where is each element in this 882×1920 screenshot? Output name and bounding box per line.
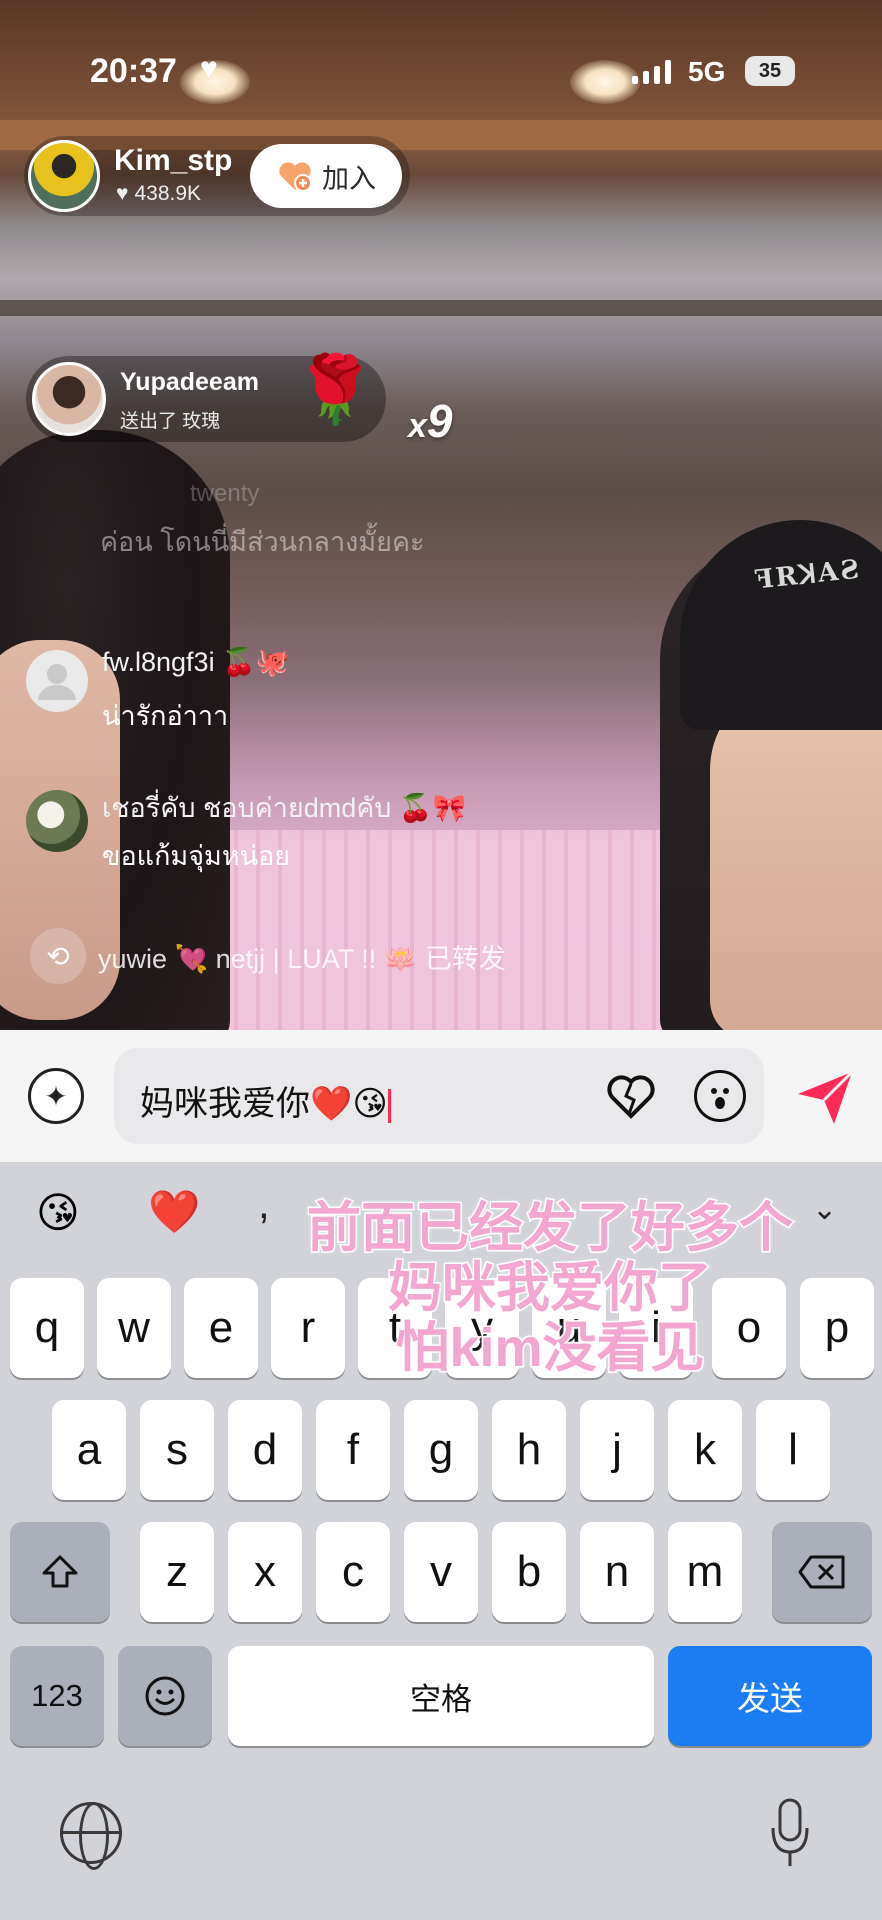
key-l[interactable]: l bbox=[756, 1400, 830, 1500]
comment-text: ขอแก้มจุ่มหน่อย bbox=[102, 841, 291, 871]
repost-icon: ⟲ bbox=[30, 928, 86, 984]
key-a[interactable]: a bbox=[52, 1400, 126, 1500]
faded-comment-text: ค่อน โดนนี่มีส่วนกลางมั้ยคะ bbox=[100, 527, 425, 557]
comment-input[interactable]: 妈咪我爱你❤️😘 bbox=[114, 1048, 764, 1144]
caption-line: 妈咪我爱你了 bbox=[387, 1257, 714, 1320]
host-likes: ♥ 438.9K bbox=[116, 182, 201, 206]
text-caret bbox=[387, 1089, 391, 1124]
key-j[interactable]: j bbox=[580, 1400, 654, 1500]
repost-text: yuwie 💘 netjj | LUAT !! 🪷 已转发 bbox=[98, 943, 506, 974]
gift-sender-name: Yupadeeam bbox=[120, 368, 259, 396]
send-key[interactable]: 发送 bbox=[668, 1646, 872, 1746]
suggestion-emoji[interactable]: ❤️ bbox=[148, 1188, 200, 1237]
comment-avatar[interactable] bbox=[26, 650, 88, 712]
emoji-icon bbox=[145, 1676, 185, 1716]
microphone-icon[interactable] bbox=[770, 1798, 810, 1870]
key-d[interactable]: d bbox=[228, 1400, 302, 1500]
likes-count: 438.9K bbox=[134, 182, 202, 205]
comment-username: fw.l8ngf3i 🍒🐙 bbox=[102, 647, 290, 677]
faded-comment-name: twenty bbox=[190, 480, 260, 507]
send-icon[interactable] bbox=[794, 1066, 856, 1128]
key-z[interactable]: z bbox=[140, 1522, 214, 1622]
key-c[interactable]: c bbox=[316, 1522, 390, 1622]
join-button[interactable]: 加入 bbox=[250, 144, 402, 208]
key-m[interactable]: m bbox=[668, 1522, 742, 1622]
gift-sender-avatar bbox=[32, 362, 106, 436]
signal-icon bbox=[632, 60, 671, 84]
suggestion-emoji[interactable]: 😘 bbox=[36, 1188, 80, 1237]
space-key[interactable]: 空格 bbox=[228, 1646, 654, 1746]
heart-icon: ♥ bbox=[200, 52, 218, 85]
key-w[interactable]: w bbox=[97, 1278, 171, 1378]
host-name: Kim_stp bbox=[114, 144, 233, 177]
gift-action-text: 送出了 玫瑰 bbox=[120, 411, 221, 432]
emoji-icon[interactable] bbox=[694, 1070, 746, 1122]
comment-avatar[interactable] bbox=[26, 790, 88, 852]
sparkle-icon[interactable]: ✦ bbox=[28, 1068, 84, 1124]
comment-input-bar: ✦ 妈咪我爱你❤️😘 bbox=[0, 1030, 882, 1162]
join-label: 加入 bbox=[322, 163, 376, 194]
comment-input-value[interactable]: 妈咪我爱你❤️😘 bbox=[140, 1076, 391, 1125]
comment-username: เชอรี่คับ ชอบค่ายdmdคับ 🍒🎀 bbox=[102, 793, 467, 823]
key-h[interactable]: h bbox=[492, 1400, 566, 1500]
network-label: 5G bbox=[688, 56, 726, 87]
key-v[interactable]: v bbox=[404, 1522, 478, 1622]
backspace-key[interactable] bbox=[772, 1522, 872, 1622]
battery-icon: 35 bbox=[745, 56, 795, 86]
globe-icon[interactable] bbox=[60, 1802, 122, 1870]
comment-text: น่ารักอ่าาา bbox=[102, 701, 229, 731]
host-info[interactable]: Kim_stp ♥ 438.9K 加入 bbox=[24, 136, 410, 216]
key-x[interactable]: x bbox=[228, 1522, 302, 1622]
heart-icon: ♥ bbox=[116, 182, 129, 205]
key-e[interactable]: e bbox=[184, 1278, 258, 1378]
shelf bbox=[0, 300, 882, 316]
heart-split-icon[interactable] bbox=[604, 1070, 658, 1124]
key-b[interactable]: b bbox=[492, 1522, 566, 1622]
cap bbox=[680, 520, 882, 730]
repost-notice: ⟲ yuwie 💘 netjj | LUAT !! 🪷 已转发 bbox=[30, 928, 506, 984]
gift-count: x9 bbox=[408, 395, 453, 447]
faded-comment: twenty ค่อน โดนนี่มีส่วนกลางมั้ยคะ bbox=[100, 480, 425, 563]
key-f[interactable]: f bbox=[316, 1400, 390, 1500]
rose-icon: 🌹 bbox=[294, 352, 377, 426]
key-k[interactable]: k bbox=[668, 1400, 742, 1500]
host-avatar[interactable] bbox=[28, 140, 100, 212]
overlay-caption: 前面已经发了好多个 妈咪我爱你了 怕kim没看见 bbox=[260, 1197, 840, 1380]
key-q[interactable]: q bbox=[10, 1278, 84, 1378]
face-right bbox=[710, 680, 882, 1030]
key-n[interactable]: n bbox=[580, 1522, 654, 1622]
key-g[interactable]: g bbox=[404, 1400, 478, 1500]
key-s[interactable]: s bbox=[140, 1400, 214, 1500]
shift-key[interactable] bbox=[10, 1522, 110, 1622]
backspace-icon bbox=[798, 1555, 845, 1589]
numbers-key[interactable]: 123 bbox=[10, 1646, 104, 1746]
caption-line: 前面已经发了好多个 bbox=[306, 1197, 795, 1260]
shift-icon bbox=[42, 1555, 78, 1588]
caption-line: 怕kim没看见 bbox=[394, 1317, 706, 1380]
default-avatar-icon bbox=[38, 664, 76, 700]
heart-plus-icon bbox=[279, 162, 312, 192]
status-bar: 20:37 ♥ 5G 35 bbox=[0, 0, 882, 140]
status-time: 20:37 bbox=[90, 52, 177, 90]
emoji-key[interactable] bbox=[118, 1646, 212, 1746]
